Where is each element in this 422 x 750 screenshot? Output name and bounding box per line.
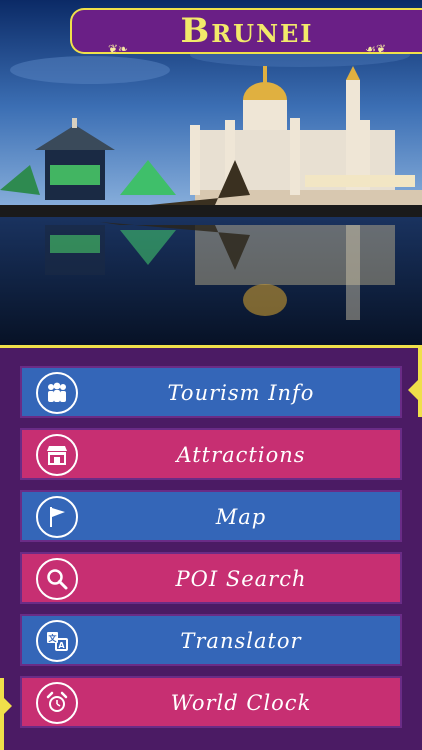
flag-icon xyxy=(36,496,78,538)
menu-button-translator[interactable]: A文 Translator xyxy=(20,614,402,666)
shop-icon xyxy=(36,434,78,476)
menu-button-attractions[interactable]: Attractions xyxy=(20,428,402,480)
translate-icon: A文 xyxy=(36,620,78,662)
people-icon xyxy=(36,372,78,414)
ornament-right-icon: ☙❦ xyxy=(365,42,386,56)
menu-button-tourism-info[interactable]: Tourism Info xyxy=(20,366,402,418)
menu-label: Map xyxy=(215,505,267,529)
menu-label: Attractions xyxy=(176,443,306,467)
menu-label: Tourism Info xyxy=(167,381,315,405)
menu-label: World Clock xyxy=(170,691,312,715)
menu-button-map[interactable]: Map xyxy=(20,490,402,542)
magnifier-icon xyxy=(36,558,78,600)
menu-label: Translator xyxy=(180,629,302,653)
pointer-left-icon xyxy=(0,694,12,718)
svg-text:文: 文 xyxy=(49,633,58,643)
pointer-right-icon xyxy=(408,378,420,402)
menu-button-poi-search[interactable]: POI Search xyxy=(20,552,402,604)
alarm-clock-icon xyxy=(36,682,78,724)
title-banner: Brunei ❦❧ ☙❦ xyxy=(70,8,422,56)
svg-text:A: A xyxy=(58,641,65,650)
menu-button-world-clock[interactable]: World Clock xyxy=(20,676,402,728)
menu-label: POI Search xyxy=(175,567,307,591)
ornament-left-icon: ❦❧ xyxy=(108,42,129,56)
